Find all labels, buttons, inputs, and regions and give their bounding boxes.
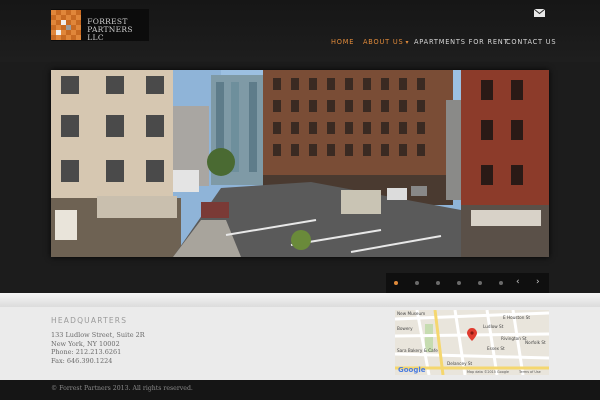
- address-phone: Phone: 212.213.6261: [51, 348, 122, 357]
- main-nav: HOME ABOUT US ▾ APARTMENTS FOR RENT CONTA…: [0, 38, 600, 50]
- address-street: 133 Ludlow Street, Suite 2R: [51, 331, 145, 339]
- map-label-museum: New Museum: [397, 311, 425, 316]
- copyright-text: © Forrest Partners 2013. All rights rese…: [51, 385, 193, 392]
- slide-dot-4[interactable]: [457, 281, 461, 285]
- chevron-down-icon: ▾: [405, 39, 410, 46]
- headquarters-address: 133 Ludlow Street, Suite 2R New York, NY…: [51, 331, 145, 365]
- address-fax: Fax: 646.390.1224: [51, 356, 113, 365]
- google-logo: Google: [398, 366, 426, 374]
- map-attribution: Map data ©2015 Google: [467, 370, 509, 374]
- slide-dot-3[interactable]: [436, 281, 440, 285]
- map-label-rivington: Rivington St: [501, 336, 527, 341]
- location-map[interactable]: New Museum Bowery Sara Bakery & Cafe Del…: [395, 310, 549, 375]
- map-label-bowery: Bowery: [397, 326, 413, 331]
- map-label-bakery: Sara Bakery & Cafe: [397, 348, 438, 353]
- logo-mark: [51, 10, 85, 40]
- hero-slider-image: [51, 70, 549, 257]
- slide-dot-6[interactable]: [499, 281, 503, 285]
- slide-dot-1[interactable]: [394, 281, 398, 285]
- nav-about-us-label: ABOUT US: [363, 38, 404, 46]
- map-label-essex: Essex St: [487, 346, 505, 351]
- slider-controls: ‹ ›: [386, 273, 549, 293]
- slide-dot-5[interactable]: [478, 281, 482, 285]
- address-city: New York, NY 10002: [51, 339, 120, 348]
- map-label-norfolk: Norfolk St: [525, 340, 546, 345]
- envelope-icon[interactable]: [534, 9, 545, 17]
- site-header: FORREST PARTNERS LLC HOME ABOUT US ▾ APAR…: [0, 0, 600, 62]
- slide-dot-2[interactable]: [415, 281, 419, 285]
- next-slide-button[interactable]: ›: [536, 277, 540, 287]
- nav-apartments-for-rent[interactable]: APARTMENTS FOR RENT: [414, 38, 508, 46]
- map-terms-link: Terms of Use: [518, 370, 541, 374]
- nav-home[interactable]: HOME: [331, 38, 354, 46]
- nav-about-us[interactable]: ABOUT US ▾: [363, 38, 409, 46]
- map-label-delancey: Delancey St: [447, 361, 473, 366]
- map-graphic: New Museum Bowery Sara Bakery & Cafe Del…: [395, 310, 549, 375]
- headquarters-heading: HEADQUARTERS: [51, 316, 128, 325]
- street-photo: [51, 70, 549, 257]
- content-divider: [0, 293, 600, 307]
- site-logo[interactable]: FORREST PARTNERS LLC: [51, 9, 149, 42]
- nav-contact-us[interactable]: CONTACT US: [506, 38, 556, 46]
- map-label-ludlow: Ludlow St: [483, 324, 504, 329]
- prev-slide-button[interactable]: ‹: [516, 277, 520, 287]
- site-footer: © Forrest Partners 2013. All rights rese…: [0, 380, 600, 400]
- map-label-e-houston: E Houston St: [503, 315, 530, 320]
